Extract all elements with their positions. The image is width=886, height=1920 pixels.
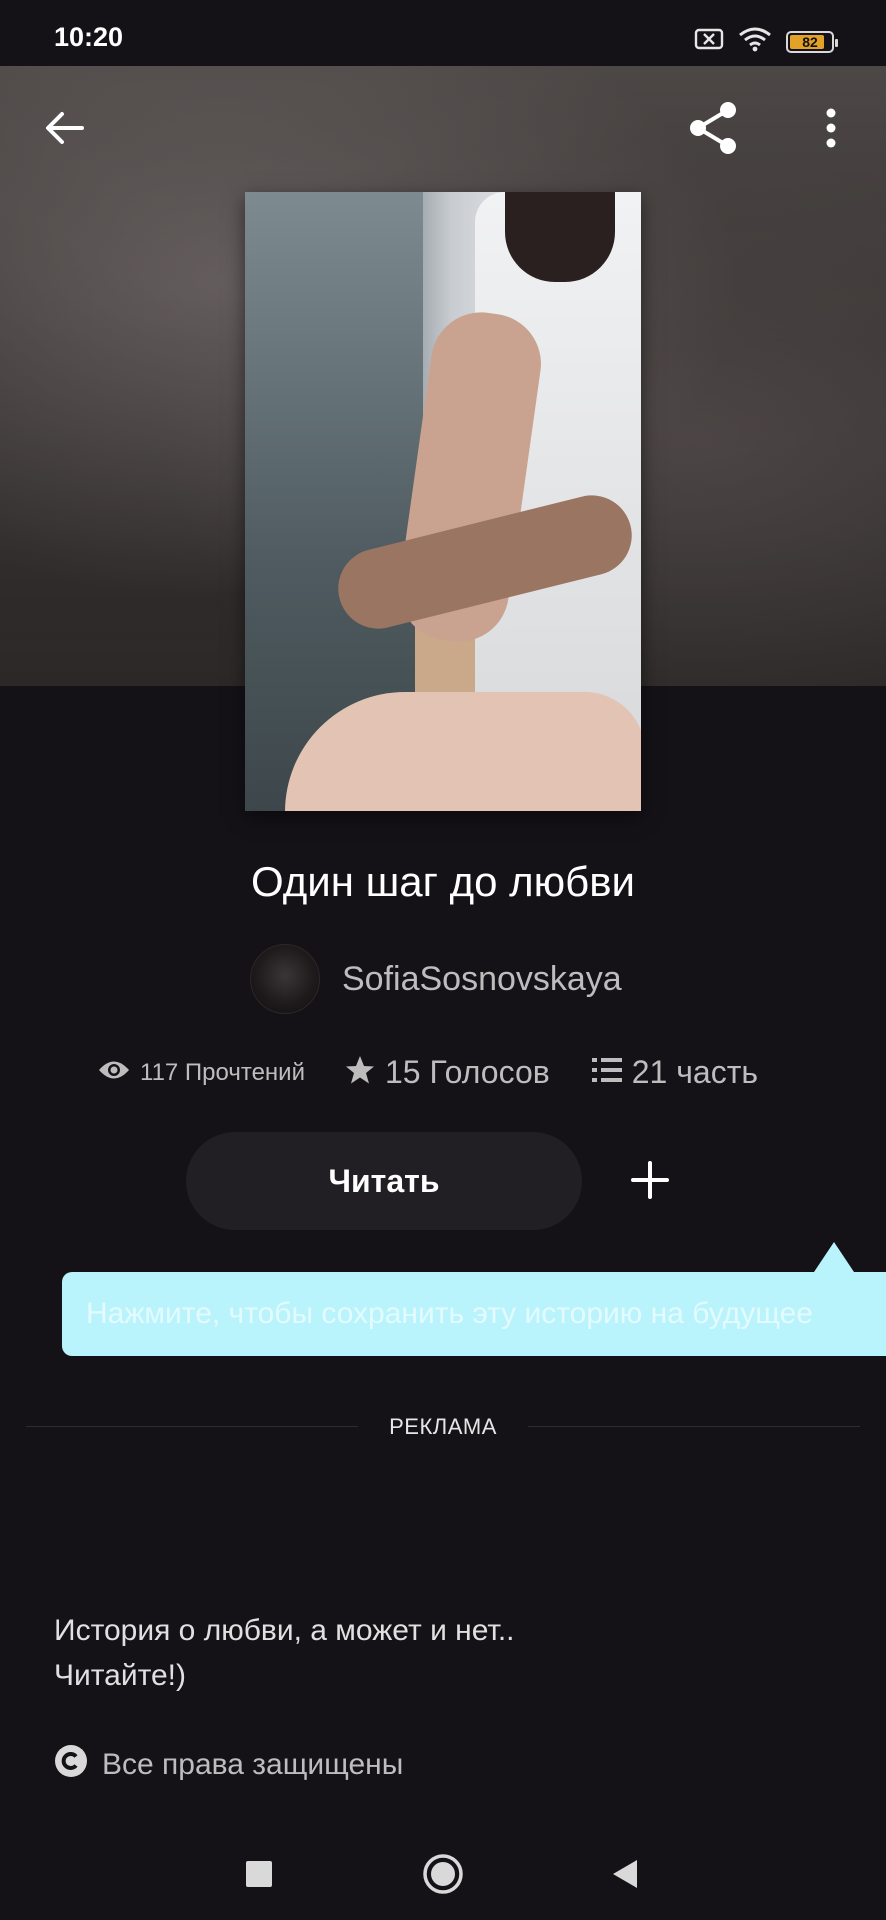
system-back-button[interactable]: [597, 1848, 653, 1904]
stat-reads: 117 Прочтений: [98, 1059, 305, 1087]
author-name[interactable]: SofiaSosnovskaya: [342, 960, 622, 999]
battery-level: 82: [802, 33, 818, 50]
star-icon: [345, 1055, 375, 1090]
stat-votes: 15 Голосов: [345, 1054, 550, 1091]
add-to-library-button[interactable]: [616, 1150, 684, 1214]
system-navigation-bar: [0, 1830, 886, 1920]
status-time: 10:20: [54, 22, 124, 52]
ad-label: РЕКЛАМА: [389, 1414, 497, 1439]
status-bar: 10:20 82: [0, 0, 886, 66]
read-button[interactable]: Читать: [186, 1132, 582, 1230]
home-button[interactable]: [415, 1848, 471, 1904]
tooltip-text: Нажмите, чтобы сохранить эту историю на …: [86, 1297, 813, 1330]
plus-icon: [630, 1160, 670, 1205]
more-options-button[interactable]: [801, 100, 861, 160]
wifi-icon: [738, 26, 772, 57]
copyright-text: Все права защищены: [102, 1748, 404, 1781]
parts-count: 21 часть: [631, 1054, 759, 1090]
more-vertical-icon: [825, 108, 837, 153]
author-link[interactable]: SofiaSosnovskaya: [250, 944, 622, 1014]
description-line-2: Читайте!): [54, 1659, 187, 1692]
reads-count: 117 Прочтений: [140, 1058, 305, 1086]
recents-button[interactable]: [231, 1848, 287, 1904]
share-button[interactable]: [684, 100, 744, 160]
square-icon: [246, 1860, 272, 1892]
no-sim-icon: [694, 28, 724, 55]
save-story-tooltip[interactable]: Нажмите, чтобы сохранить эту историю на …: [62, 1242, 886, 1356]
triangle-back-icon: [611, 1858, 639, 1895]
home-circle-icon: [422, 1853, 464, 1900]
status-icons: 82: [694, 26, 838, 57]
arrow-left-icon: [44, 110, 84, 151]
copyright-icon: [54, 1744, 88, 1786]
story-cover-image[interactable]: [245, 192, 641, 811]
avatar[interactable]: [250, 944, 320, 1014]
share-icon: [686, 100, 742, 161]
story-title: Один шаг до любви: [251, 858, 635, 905]
ad-divider-right: [528, 1426, 860, 1427]
story-description: История о любви, а может и нет.. Читайте…: [54, 1608, 515, 1698]
battery-icon: 82: [786, 30, 838, 53]
stat-parts: 21 часть: [591, 1054, 759, 1091]
copyright-row: Все права защищены: [54, 1744, 403, 1786]
back-button[interactable]: [34, 100, 94, 160]
votes-count: 15 Голосов: [385, 1054, 550, 1090]
list-icon: [591, 1057, 622, 1088]
description-line-1: История о любви, а может и нет..: [54, 1614, 515, 1647]
story-stats: 117 Прочтений 15 Голосов 21 часть: [98, 1054, 758, 1091]
eye-icon: [98, 1059, 130, 1086]
